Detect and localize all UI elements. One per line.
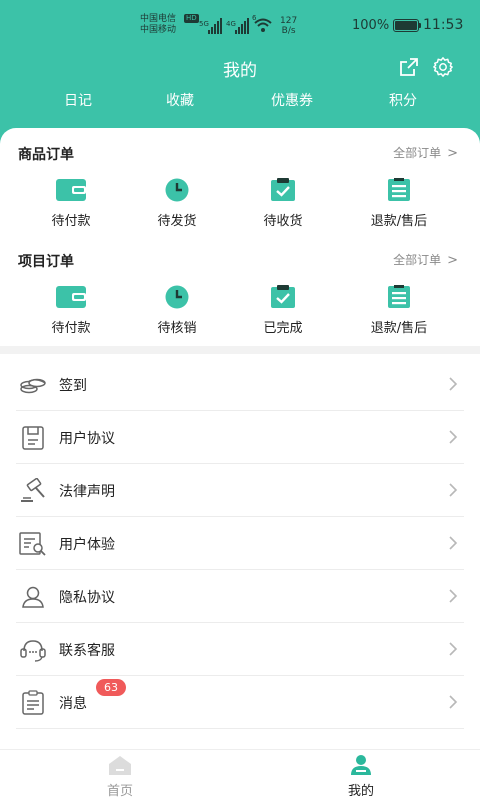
profile-icon (351, 755, 371, 775)
clipboard-icon (388, 285, 410, 308)
project-orders-all-link[interactable]: 全部订单 > (393, 251, 458, 268)
chevron-right-icon (449, 589, 458, 603)
project-order-label: 已完成 (263, 321, 303, 336)
speed-unit: B/s (281, 26, 296, 36)
battery-level (395, 21, 417, 30)
project-order-label: 退款/售后 (370, 321, 428, 336)
nav-home-label: 首页 (106, 784, 133, 799)
menu-item-label: 消息 (59, 696, 87, 712)
chevron-right-icon: > (447, 253, 458, 268)
goods-order-label: 待收货 (263, 214, 303, 229)
hd-tag: HD (184, 14, 199, 23)
tab-coupons[interactable]: 优惠券 (242, 90, 342, 110)
menu-item-user-experience[interactable]: 用户体验 (16, 517, 464, 570)
tab-diary[interactable]: 日记 (28, 90, 128, 110)
menu-item-user-agreement[interactable]: 用户协议 (16, 411, 464, 464)
goods-order-label: 退款/售后 (370, 214, 428, 229)
chevron-right-icon (449, 483, 458, 497)
wifi-tag: 6 (252, 14, 257, 22)
chevron-right-icon (449, 430, 458, 444)
speed-value: 127 (280, 16, 298, 26)
clock-icon (165, 285, 189, 309)
status-bar: 中国电信 中国移动 HD 5G 4G 6 127 B/s 100% 11:53 (0, 0, 480, 46)
goods-order-pending-shipment[interactable]: 待发货 (122, 178, 232, 229)
gavel-icon (21, 478, 45, 502)
chevron-right-icon: > (447, 146, 458, 161)
project-order-pending-payment[interactable]: 待付款 (16, 285, 126, 336)
project-orders-all-label: 全部订单 (393, 253, 442, 267)
goods-order-pending-receipt[interactable]: 待收货 (228, 178, 338, 229)
goods-orders-all-label: 全部订单 (393, 146, 442, 160)
goods-order-refund[interactable]: 退款/售后 (344, 178, 454, 229)
project-order-refund[interactable]: 退款/售后 (344, 285, 454, 336)
headset-icon (20, 640, 46, 662)
menu-item-label: 隐私协议 (59, 590, 115, 606)
clock-icon (165, 178, 189, 202)
message-clipboard-icon (22, 690, 44, 715)
menu-item-label: 法律声明 (59, 484, 115, 500)
menu-item-messages[interactable]: 消息 63 (16, 676, 464, 729)
goods-order-pending-payment[interactable]: 待付款 (16, 178, 126, 229)
battery-tip (419, 23, 421, 28)
project-order-label: 待付款 (51, 321, 91, 336)
chevron-right-icon (449, 377, 458, 391)
menu-item-label: 联系客服 (59, 643, 115, 659)
project-order-pending-verification[interactable]: 待核销 (122, 285, 232, 336)
nav-home[interactable]: 首页 (60, 754, 180, 799)
orders-card: 商品订单 全部订单 > 待付款 待发货 待收货 退款/售后 项目订单 全部订单 … (0, 128, 480, 346)
agreement-icon (22, 426, 44, 450)
chevron-right-icon (449, 642, 458, 656)
gear-icon[interactable] (432, 56, 454, 78)
carrier-2: 中国移动 (140, 25, 177, 35)
goods-orders-title: 商品订单 (18, 147, 74, 163)
tab-favorites[interactable]: 收藏 (130, 90, 230, 110)
menu-item-privacy[interactable]: 隐私协议 (16, 570, 464, 623)
nav-profile-label: 我的 (347, 784, 374, 799)
battery-percent: 100% (352, 18, 390, 33)
wallet-icon (56, 286, 86, 308)
profile-page: 中国电信 中国移动 HD 5G 4G 6 127 B/s 100% 11:53 … (0, 0, 480, 800)
project-order-completed[interactable]: 已完成 (228, 285, 338, 336)
goods-order-label: 待付款 (51, 214, 91, 229)
carrier-1: 中国电信 (140, 14, 177, 24)
status-time: 11:53 (423, 17, 464, 33)
menu-item-label: 用户体验 (59, 537, 115, 553)
box-check-icon (271, 285, 295, 308)
menu-item-label: 用户协议 (59, 431, 115, 447)
network-5g: 5G (199, 20, 209, 28)
network-4g: 4G (226, 20, 236, 28)
project-orders-title: 项目订单 (18, 254, 74, 270)
box-check-icon (271, 178, 295, 201)
section-divider (0, 346, 480, 354)
menu-item-customer-service[interactable]: 联系客服 (16, 623, 464, 676)
home-icon (109, 756, 131, 775)
person-icon (22, 586, 44, 608)
menu-item-legal-notice[interactable]: 法律声明 (16, 464, 464, 517)
menu-item-sign-in[interactable]: 签到 (16, 358, 464, 411)
coins-icon (20, 378, 46, 394)
goods-orders-all-link[interactable]: 全部订单 > (393, 144, 458, 161)
share-icon[interactable] (398, 56, 420, 78)
network-speed: 127 B/s (280, 16, 297, 36)
profile-tabs: 日记 收藏 优惠券 积分 (0, 90, 480, 114)
project-order-label: 待核销 (157, 321, 197, 336)
bottom-nav: 首页 我的 (0, 749, 480, 800)
menu-item-label: 签到 (59, 378, 87, 394)
document-search-icon (19, 532, 46, 556)
wallet-icon (56, 179, 86, 201)
unread-count-badge: 63 (96, 679, 126, 696)
chevron-right-icon (449, 695, 458, 709)
chevron-right-icon (449, 536, 458, 550)
tab-points[interactable]: 积分 (353, 90, 453, 110)
nav-profile[interactable]: 我的 (301, 754, 421, 799)
battery-icon (393, 19, 419, 32)
carrier-info: 中国电信 中国移动 (140, 14, 176, 36)
goods-order-label: 待发货 (157, 214, 197, 229)
clipboard-icon (388, 178, 410, 201)
